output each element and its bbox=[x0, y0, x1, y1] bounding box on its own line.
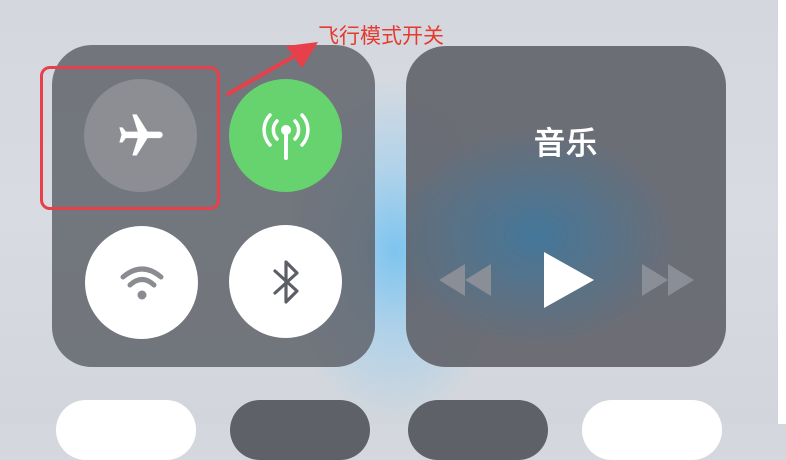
fast-forward-button[interactable] bbox=[640, 262, 696, 302]
screen-edge bbox=[778, 0, 786, 424]
play-button[interactable] bbox=[540, 250, 596, 314]
rewind-icon bbox=[437, 264, 493, 302]
wifi-toggle[interactable] bbox=[85, 226, 198, 339]
music-title: 音乐 bbox=[534, 126, 598, 162]
annotation-label: 飞行模式开关 bbox=[318, 24, 444, 48]
bluetooth-icon bbox=[271, 256, 301, 308]
music-panel bbox=[406, 46, 726, 367]
bottom-tile-2[interactable] bbox=[230, 400, 370, 460]
bottom-tile-1[interactable] bbox=[56, 400, 196, 460]
bottom-tile-4[interactable] bbox=[582, 400, 722, 460]
wifi-icon bbox=[118, 263, 166, 303]
annotation-arrow bbox=[226, 42, 318, 96]
bottom-tile-3[interactable] bbox=[408, 400, 548, 460]
airplane-mode-highlight bbox=[40, 66, 220, 210]
bluetooth-toggle[interactable] bbox=[229, 225, 342, 338]
antenna-icon bbox=[256, 106, 316, 166]
rewind-button[interactable] bbox=[437, 262, 493, 302]
play-icon bbox=[540, 252, 596, 314]
fast-forward-icon bbox=[640, 264, 696, 302]
